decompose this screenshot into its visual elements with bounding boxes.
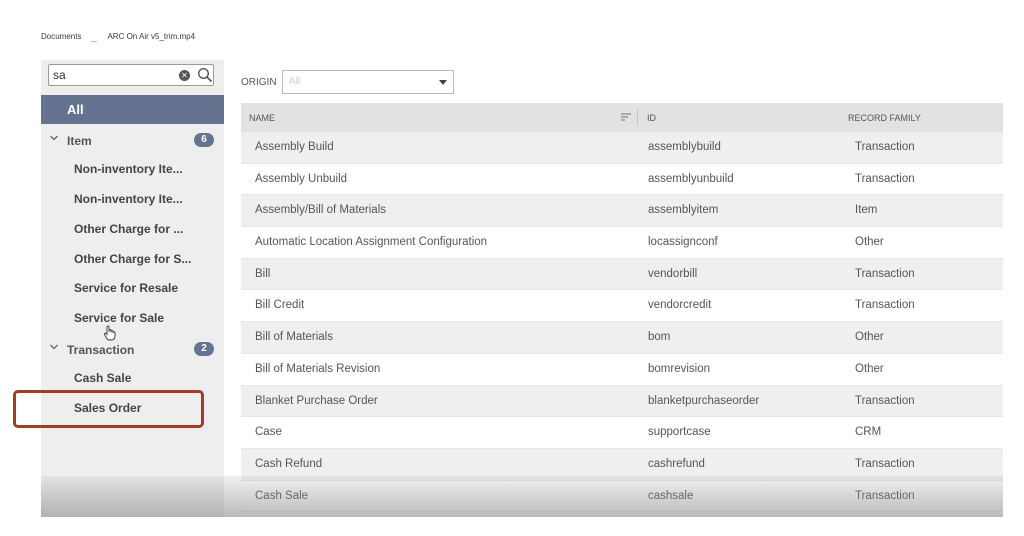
search-icon[interactable] — [197, 67, 213, 83]
cell-name[interactable]: Case — [255, 426, 282, 438]
caret-down-icon — [439, 80, 447, 85]
breadcrumb-separator — [91, 32, 98, 42]
count-badge: 2 — [194, 342, 214, 356]
cell-name[interactable]: Cash Sale — [255, 490, 308, 502]
breadcrumb-current: ARC On Air v5_trim.mp4 — [107, 32, 196, 41]
cell-id: assemblyitem — [648, 204, 719, 217]
table-header: NAME ID RECORD FAMILY — [241, 103, 1003, 132]
cell-name[interactable]: Assembly Build — [255, 141, 334, 153]
records-table: NAME ID RECORD FAMILY Assembly Build asse… — [241, 103, 1003, 513]
sidebar-item-other-charge-1[interactable]: Other Charge for ... — [74, 222, 183, 236]
cell-record-family: Transaction — [855, 489, 915, 502]
cell-record-family: Transaction — [855, 267, 915, 280]
cell-record-family: CRM — [855, 426, 882, 439]
cell-name[interactable]: Bill of Materials — [255, 331, 333, 343]
cell-record-family: Transaction — [855, 394, 915, 407]
record-type-sidebar: ✕ All Item 6 Non-inventory Ite... Non-in… — [41, 60, 224, 517]
cell-record-family: Other — [855, 331, 884, 344]
cell-id: bomrevision — [648, 362, 710, 375]
cell-id: vendorbill — [648, 267, 698, 280]
table-row[interactable]: Case supportcase CRM — [241, 417, 1003, 449]
sidebar-item-all[interactable]: All — [41, 95, 224, 124]
table-row[interactable]: Bill Credit vendorcredit Transaction — [241, 290, 1003, 323]
table-row[interactable]: Cash Sale cashsale Transaction — [241, 480, 1003, 513]
breadcrumb: Documents ARC On Air v5_trim.mp4 — [41, 32, 195, 42]
table-row[interactable]: Cash Refund cashrefund Transaction — [241, 448, 1003, 481]
sort-icon[interactable] — [620, 111, 632, 123]
cell-name[interactable]: Assembly Unbuild — [255, 173, 347, 185]
search-input[interactable] — [53, 68, 171, 82]
cell-id: locassignconf — [648, 236, 718, 249]
origin-label: ORIGIN — [241, 77, 277, 88]
table-row[interactable]: Automatic Location Assignment Configurat… — [241, 227, 1003, 259]
sidebar-item-other-charge-2[interactable]: Other Charge for S... — [74, 252, 191, 266]
column-header-record-family[interactable]: RECORD FAMILY — [848, 113, 921, 123]
table-row[interactable]: Assembly/Bill of Materials assemblyitem It… — [241, 195, 1003, 228]
chevron-down-icon — [50, 344, 58, 350]
column-header-id[interactable]: ID — [647, 113, 656, 123]
table-row[interactable]: Assembly Build assemblybuild Transaction — [241, 132, 1003, 164]
sidebar-group-item[interactable]: Item 6 — [41, 131, 224, 151]
cell-id: assemblyunbuild — [648, 172, 734, 185]
clear-icon[interactable]: ✕ — [179, 70, 190, 81]
group-label: Item — [67, 134, 92, 148]
column-header-name[interactable]: NAME — [249, 113, 275, 123]
table-row[interactable]: Bill vendorbill Transaction — [241, 258, 1003, 291]
origin-dropdown[interactable]: All — [282, 70, 454, 94]
cell-name[interactable]: Bill — [255, 268, 270, 280]
table-row[interactable]: Bill of Materials bom Other — [241, 322, 1003, 354]
cell-record-family: Other — [855, 362, 884, 375]
cell-id: cashsale — [648, 489, 694, 502]
origin-selected-value: All — [289, 76, 301, 87]
breadcrumb-documents[interactable]: Documents — [41, 32, 81, 42]
cell-record-family: Item — [855, 204, 878, 217]
cell-name[interactable]: Blanket Purchase Order — [255, 395, 378, 407]
sidebar-group-transaction[interactable]: Transaction 2 — [41, 340, 224, 360]
cell-record-family: Transaction — [855, 457, 915, 470]
sidebar-item-non-inventory-2[interactable]: Non-inventory Ite... — [74, 192, 183, 206]
cell-name[interactable]: Bill Credit — [255, 299, 304, 311]
cell-name[interactable]: Assembly/Bill of Materials — [255, 204, 386, 216]
highlight-box — [13, 390, 204, 428]
table-body: Assembly Build assemblybuild Transaction As… — [241, 132, 1003, 513]
cell-record-family: Transaction — [855, 141, 915, 153]
sidebar-item-non-inventory-1[interactable]: Non-inventory Ite... — [74, 162, 183, 176]
cell-record-family: Other — [855, 236, 884, 249]
cell-record-family: Transaction — [855, 299, 915, 312]
cell-id: bom — [648, 331, 671, 344]
cell-id: vendorcredit — [648, 299, 712, 312]
count-badge: 6 — [194, 133, 214, 147]
cell-name[interactable]: Bill of Materials Revision — [255, 363, 380, 375]
cell-id: cashrefund — [648, 457, 705, 470]
cell-id: blanketpurchaseorder — [648, 394, 760, 407]
table-row[interactable]: Bill of Materials Revision bomrevision Oth… — [241, 353, 1003, 386]
cell-name[interactable]: Automatic Location Assignment Configurat… — [255, 236, 487, 248]
group-label: Transaction — [67, 343, 135, 357]
cell-name[interactable]: Cash Refund — [255, 458, 322, 470]
cell-id: supportcase — [648, 426, 711, 439]
table-row[interactable]: Blanket Purchase Order blanketpurchaseord… — [241, 385, 1003, 418]
cell-record-family: Transaction — [855, 172, 915, 185]
sidebar-item-service-for-resale[interactable]: Service for Resale — [74, 281, 178, 295]
sidebar-item-service-for-sale[interactable]: Service for Sale — [74, 311, 164, 325]
cell-id: assemblybuild — [648, 141, 721, 153]
sidebar-item-cash-sale[interactable]: Cash Sale — [74, 371, 131, 385]
hand-cursor-icon — [104, 325, 116, 341]
search-box: ✕ — [48, 64, 214, 86]
table-row[interactable]: Assembly Unbuild assemblyunbuild Transacti… — [241, 163, 1003, 196]
chevron-down-icon — [50, 135, 58, 141]
column-divider — [637, 109, 638, 126]
